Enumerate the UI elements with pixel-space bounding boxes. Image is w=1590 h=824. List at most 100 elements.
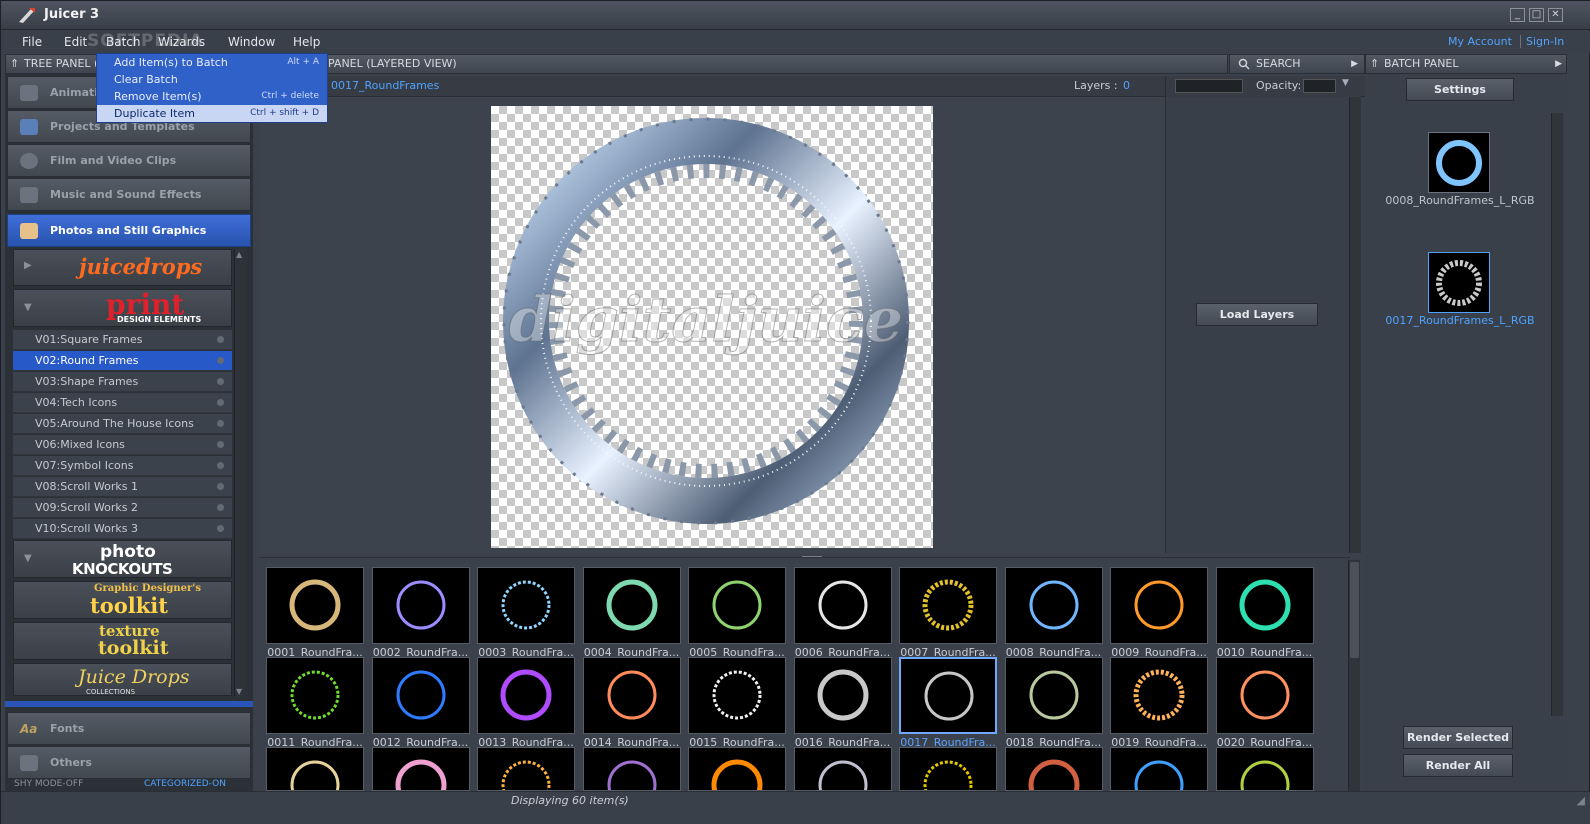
scroll-down-icon[interactable]: ▼ <box>236 687 242 696</box>
menu-add-to-batch[interactable]: Add Item(s) to Batch Alt + A <box>97 54 327 71</box>
thumbnail-item[interactable] <box>266 747 364 810</box>
thumbnail-item[interactable] <box>688 747 786 811</box>
volume-item-selected[interactable]: V02:Round Frames <box>13 351 232 371</box>
thumbnail-item[interactable] <box>266 657 364 734</box>
thumbnail-item[interactable] <box>793 657 892 734</box>
brand-juice-drops-collections[interactable]: Juice Drops COLLECTIONS <box>13 663 232 696</box>
menu-clear-batch[interactable]: Clear Batch <box>97 71 327 88</box>
brand-print[interactable]: ▼ print DESIGN ELEMENTS <box>13 288 232 327</box>
volume-item[interactable]: V09:Scroll Works 2 <box>13 498 232 518</box>
menu-duplicate-item[interactable]: Duplicate Item Ctrl + shift + D <box>97 105 327 122</box>
render-selected-button[interactable]: Render Selected <box>1403 726 1513 749</box>
shy-mode-toggle[interactable]: SHY MODE-OFF <box>14 779 83 789</box>
volume-dot-icon <box>217 525 224 532</box>
juicer-logo-icon <box>19 8 35 23</box>
sign-in-link[interactable]: Sign-In <box>1526 35 1564 48</box>
thumbnail-item[interactable] <box>899 747 997 810</box>
volume-item[interactable]: V03:Shape Frames <box>13 372 232 392</box>
brand-texture-toolkit[interactable]: texture toolkit <box>13 622 232 660</box>
thumbnail-item[interactable] <box>1215 567 1314 644</box>
volume-item[interactable]: V01:Square Frames <box>13 330 232 350</box>
category-film-video[interactable]: Film and Video Clips <box>7 144 251 177</box>
thumbnail-item[interactable] <box>899 657 997 734</box>
search-label: SEARCH <box>1256 57 1301 70</box>
thumbnail-item[interactable] <box>688 657 786 734</box>
resize-grip-icon[interactable]: ◢ <box>1577 794 1585 807</box>
thumbnail-item[interactable] <box>793 747 892 810</box>
settings-button[interactable]: Settings <box>1406 78 1514 101</box>
thumbnail-item[interactable] <box>371 567 470 644</box>
category-photos-graphics[interactable]: Photos and Still Graphics <box>7 214 251 247</box>
thumbnail-scrollbar[interactable] <box>1348 560 1360 792</box>
thumbnail-item[interactable] <box>582 567 681 644</box>
thumbnail-item[interactable] <box>1110 747 1208 810</box>
menu-help[interactable]: Help <box>293 35 320 49</box>
category-others[interactable]: Others <box>7 746 251 779</box>
batch-item-thumb-selected[interactable] <box>1428 252 1490 313</box>
categorized-toggle[interactable]: CATEGORIZED-ON <box>144 779 226 789</box>
thumbnail-item[interactable] <box>266 567 364 644</box>
thumbnail-item[interactable] <box>1004 657 1103 734</box>
volume-item[interactable]: V08:Scroll Works 1 <box>13 477 232 497</box>
thumbnail-item[interactable] <box>899 567 997 644</box>
search-go-icon[interactable]: ▶ <box>1351 55 1358 73</box>
opacity-dropdown-icon[interactable]: ▼ <box>1342 78 1349 88</box>
thumbnail-item[interactable] <box>371 747 470 811</box>
brand-juicedrops[interactable]: ▶ juicedrops <box>13 249 232 286</box>
volume-dot-icon <box>217 336 224 343</box>
layer-scrollbar[interactable] <box>1349 97 1361 553</box>
batch-item-thumb[interactable] <box>1428 132 1490 193</box>
load-layers-button[interactable]: Load Layers <box>1196 303 1318 326</box>
tree-scrollbar[interactable]: ▲ ▼ <box>234 249 245 697</box>
thumbnail-item[interactable] <box>582 747 681 810</box>
category-fonts[interactable]: Aa Fonts <box>7 712 251 745</box>
thumbnail-item[interactable] <box>477 567 575 644</box>
frame-ring <box>607 670 656 720</box>
minimize-button[interactable]: _ <box>1510 8 1525 22</box>
thumbnail-item[interactable] <box>477 747 575 810</box>
thumbnail-item[interactable] <box>1110 567 1208 644</box>
category-music-sound[interactable]: Music and Sound Effects <box>7 178 251 211</box>
thumbnail-item[interactable] <box>793 567 892 644</box>
volume-item[interactable]: V07:Symbol Icons <box>13 456 232 476</box>
brand-graphic-designers-toolkit[interactable]: Graphic Designer's toolkit <box>13 581 232 619</box>
volume-item[interactable]: V06:Mixed Icons <box>13 435 232 455</box>
thumbnail-item[interactable] <box>477 657 575 734</box>
thumbnail-item[interactable] <box>1004 567 1103 644</box>
menu-bar: File Edit Batch Wizards Window Help My A… <box>1 31 1590 53</box>
thumbnail-scroll-thumb[interactable] <box>1350 562 1359 658</box>
brand-photo-knockouts[interactable]: ▼ photo KNOCKOUTS <box>13 540 232 578</box>
volume-dot-icon <box>217 399 224 406</box>
collapse-icon[interactable]: ⇑ <box>10 55 19 73</box>
thumbnail-item[interactable] <box>1004 747 1103 811</box>
batch-collapse-icon[interactable]: ⇑ <box>1370 55 1379 73</box>
expand-down-icon[interactable]: ▼ <box>24 553 32 564</box>
volume-item[interactable]: V05:Around The House Icons <box>13 414 232 434</box>
volume-item[interactable]: V10:Scroll Works 3 <box>13 519 232 539</box>
volume-item[interactable]: V04:Tech Icons <box>13 393 232 413</box>
menu-window[interactable]: Window <box>228 35 275 49</box>
thumbnail-item[interactable] <box>582 657 681 734</box>
expand-down-icon[interactable]: ▼ <box>24 302 32 313</box>
expand-right-icon[interactable]: ▶ <box>24 260 32 271</box>
menu-remove-items[interactable]: Remove Item(s) Ctrl + delete <box>97 88 327 105</box>
scroll-up-icon[interactable]: ▲ <box>236 250 242 259</box>
menu-file[interactable]: File <box>22 35 42 49</box>
thumbnail-item[interactable] <box>1110 657 1208 734</box>
maximize-button[interactable]: □ <box>1529 8 1544 22</box>
batch-scrollbar[interactable] <box>1551 113 1563 716</box>
frame-ring <box>607 760 656 810</box>
close-button[interactable]: ✕ <box>1548 8 1563 22</box>
film-strip-icon <box>20 85 38 101</box>
thumbnail-item[interactable] <box>371 657 470 734</box>
opacity-field[interactable] <box>1303 79 1336 93</box>
my-account-link[interactable]: My Account <box>1448 35 1512 48</box>
thumbnail-item[interactable] <box>1215 747 1314 810</box>
thumbnail-item[interactable] <box>688 567 786 644</box>
menu-edit[interactable]: Edit <box>64 35 87 49</box>
thumbnail-item[interactable] <box>1215 657 1314 734</box>
layer-color-field[interactable] <box>1175 79 1243 93</box>
search-box[interactable]: SEARCH ▶ <box>1229 54 1365 74</box>
batch-expand-icon[interactable]: ▶ <box>1555 55 1562 73</box>
render-all-button[interactable]: Render All <box>1403 754 1513 777</box>
